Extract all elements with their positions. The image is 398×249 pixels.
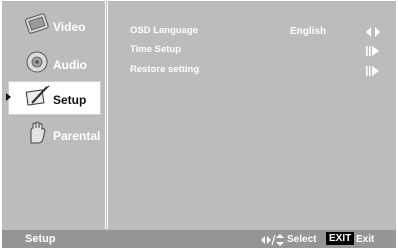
navigation-arrows-icon xyxy=(261,233,285,246)
parental-icon xyxy=(23,119,51,147)
left-right-arrows-icon xyxy=(366,27,380,37)
menu-row-restore-setting[interactable]: Restore setting xyxy=(130,64,396,78)
menu-row-value: English xyxy=(290,26,327,37)
sidebar-item-video[interactable]: Video xyxy=(8,8,103,42)
divider xyxy=(105,1,106,229)
sidebar-item-label: Parental xyxy=(53,129,101,143)
sidebar-item-label: Video xyxy=(53,20,86,34)
audio-icon xyxy=(23,48,51,76)
menu-row-time-setup[interactable]: Time Setup xyxy=(130,44,396,58)
sidebar-item-setup[interactable]: Setup xyxy=(6,81,101,115)
menu-row-label: OSD Language xyxy=(130,25,199,36)
sidebar: Video Audio Setup Parental xyxy=(4,5,105,229)
sidebar-item-label: Setup xyxy=(53,93,87,107)
footer-bar: Setup Select EXIT Exit xyxy=(2,230,396,248)
video-icon xyxy=(23,10,51,38)
select-hint-label: Select xyxy=(287,234,317,245)
menu-row-osd-language[interactable]: OSD Language English xyxy=(130,25,396,39)
selection-arrow-icon xyxy=(6,93,11,101)
menu-row-label: Restore setting xyxy=(130,64,200,75)
sidebar-item-parental[interactable]: Parental xyxy=(8,117,103,151)
exit-hint-label: Exit xyxy=(356,234,375,245)
footer-title: Setup xyxy=(25,233,56,245)
sidebar-item-audio[interactable]: Audio xyxy=(8,46,103,80)
divider xyxy=(107,1,108,229)
setup-icon xyxy=(23,83,51,111)
exit-key-badge: EXIT xyxy=(326,232,355,245)
sidebar-item-label: Audio xyxy=(53,58,87,72)
enter-arrow-icon xyxy=(366,66,380,76)
menu-row-label: Time Setup xyxy=(130,44,182,55)
osd-menu: Video Audio Setup Parental OSD Language … xyxy=(2,1,396,248)
enter-arrow-icon xyxy=(366,46,380,56)
